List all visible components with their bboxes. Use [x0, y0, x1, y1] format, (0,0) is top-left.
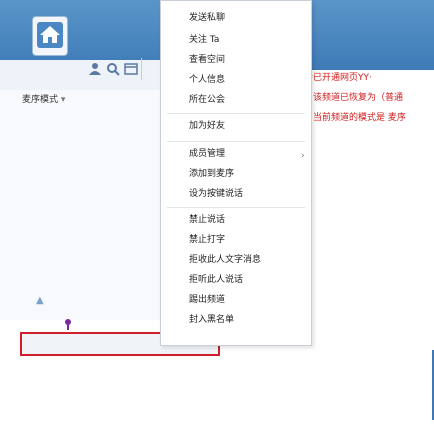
menu-item-kick[interactable]: 踢出频道: [189, 293, 225, 307]
home-icon: [37, 22, 63, 48]
menu-item-add-to-queue[interactable]: 添加到麦序: [189, 167, 234, 181]
menu-separator: [167, 207, 305, 208]
chevron-down-icon: ▾: [60, 95, 66, 105]
user-context-menu: 发送私聊 关注 Ta 查看空间 个人信息 所在公会 加为好友 成员管理 › 添加…: [160, 0, 312, 346]
menu-item-add-friend[interactable]: 加为好友: [189, 119, 225, 133]
menu-item-blacklist[interactable]: 封入黑名单: [189, 313, 234, 327]
user-icon[interactable]: [88, 62, 102, 80]
menu-item-profile[interactable]: 个人信息: [189, 73, 225, 87]
sort-mode-label: 麦序模式: [22, 95, 59, 105]
message-line: ：该频道已恢复为（普通: [304, 93, 404, 103]
menu-item-push-to-talk[interactable]: 设为按键说话: [189, 187, 243, 201]
menu-item-no-typing[interactable]: 禁止打字: [189, 233, 225, 247]
menu-separator: [167, 113, 305, 114]
message-line: 会已开通网页YY·: [304, 73, 372, 83]
menu-item-follow[interactable]: 关注 Ta: [189, 33, 219, 47]
home-button[interactable]: [32, 16, 68, 56]
window-icon[interactable]: [124, 62, 138, 80]
channel-sidebar: [0, 90, 161, 320]
menu-item-mute[interactable]: 禁止说话: [189, 213, 225, 227]
flag-icon: [62, 318, 74, 333]
channel-small-icon: ▲: [36, 295, 44, 306]
menu-item-member-management[interactable]: 成员管理: [189, 147, 225, 161]
menu-item-block-text[interactable]: 拒收此人文字消息: [189, 253, 261, 267]
toolbar-divider: [141, 58, 142, 80]
message-line: ：当前频道的模式是 麦序: [304, 113, 406, 123]
menu-separator: [167, 141, 305, 142]
menu-item-block-voice[interactable]: 拒听此人说话: [189, 273, 243, 287]
chevron-right-icon: ›: [301, 151, 305, 161]
menu-item-guild[interactable]: 所在公会: [189, 93, 225, 107]
menu-item-send-private[interactable]: 发送私聊: [189, 11, 225, 25]
sort-mode-dropdown[interactable]: 麦序模式 ▾: [22, 92, 65, 105]
menu-item-view-space[interactable]: 查看空间: [189, 53, 225, 67]
search-icon[interactable]: [106, 62, 120, 80]
